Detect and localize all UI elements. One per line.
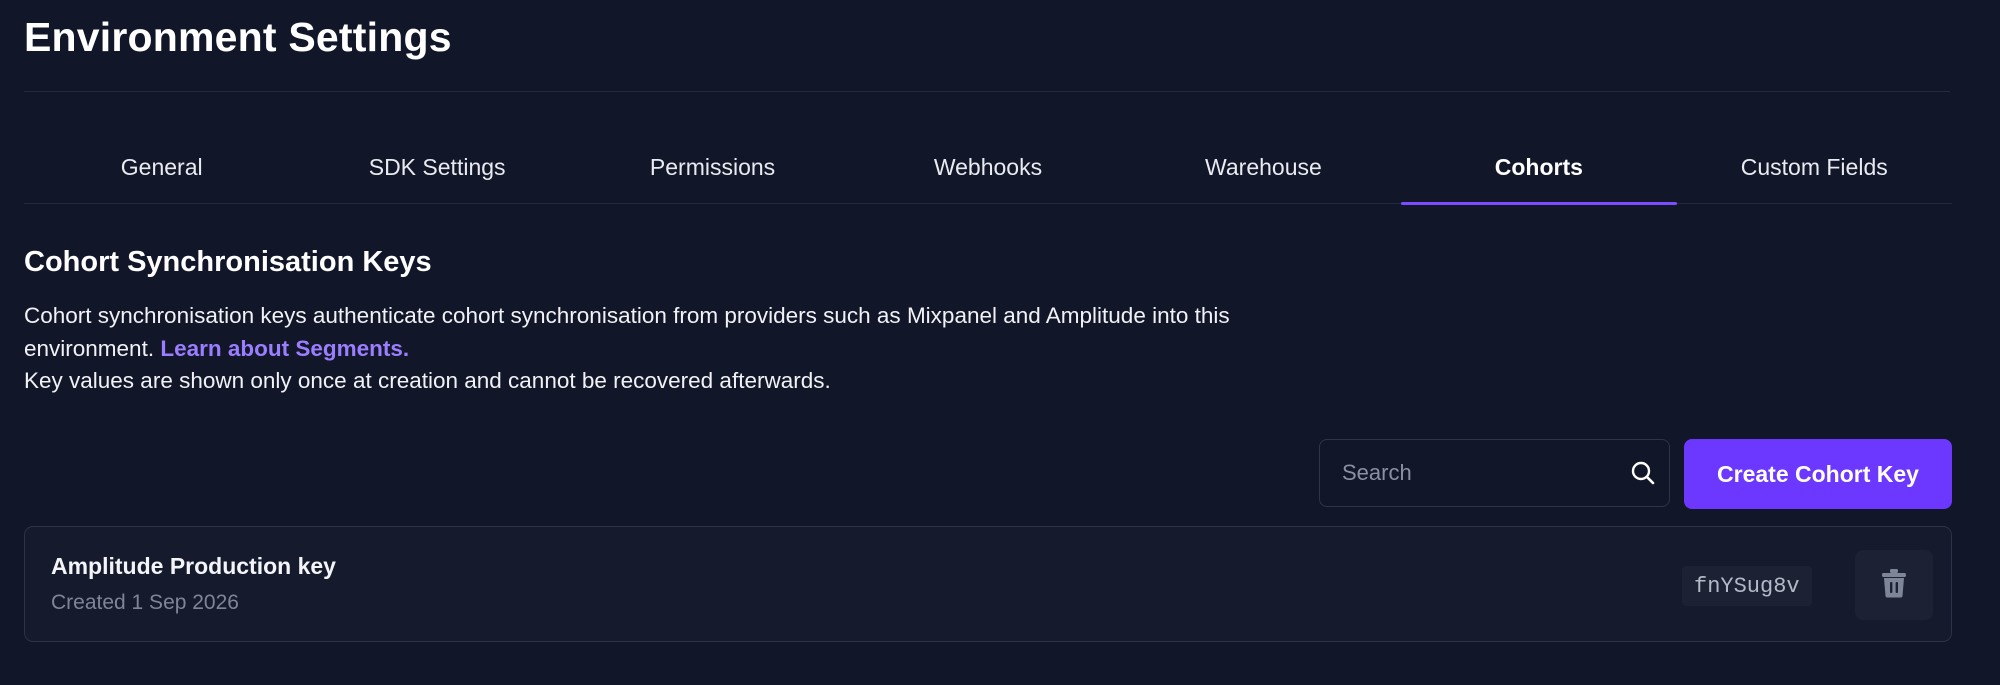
tab-cohorts[interactable]: Cohorts [1401,130,1677,205]
tab-label: SDK Settings [368,154,506,180]
tab-label: Cohorts [1494,154,1583,180]
learn-about-segments-link[interactable]: Learn about Segments. [160,336,409,361]
page-title: Environment Settings [24,14,452,60]
list-item: Amplitude Production key Created 1 Sep 2… [24,526,1952,642]
tab-permissions[interactable]: Permissions [575,130,850,203]
description-warning-text: Key values are shown only once at creati… [24,368,831,393]
tab-general[interactable]: General [24,130,299,203]
key-created-date: Created 1 Sep 2026 [51,591,239,614]
tab-label: Warehouse [1205,154,1322,180]
section-description: Cohort synchronisation keys authenticate… [24,300,1324,398]
delete-key-button[interactable] [1855,550,1933,620]
tab-custom-fields[interactable]: Custom Fields [1677,130,1952,203]
tab-webhooks[interactable]: Webhooks [850,130,1125,203]
search-box [1319,439,1670,507]
environment-settings-page: Environment Settings General SDK Setting… [0,0,2000,685]
title-divider [24,91,1950,92]
key-value: fnYSug8v [1682,566,1812,606]
tab-label: Custom Fields [1740,154,1888,180]
trash-icon [1880,568,1908,603]
tab-warehouse[interactable]: Warehouse [1126,130,1401,203]
search-icon[interactable] [1630,458,1656,488]
create-cohort-key-button[interactable]: Create Cohort Key [1684,439,1952,509]
tab-label: Webhooks [933,154,1043,180]
tab-sdk-settings[interactable]: SDK Settings [299,130,574,203]
tab-label: General [120,154,203,180]
settings-tabs: General SDK Settings Permissions Webhook… [24,130,1952,205]
search-input[interactable] [1320,440,1630,506]
section-title: Cohort Synchronisation Keys [24,246,432,278]
tab-label: Permissions [649,154,776,180]
key-name: Amplitude Production key [51,553,336,579]
